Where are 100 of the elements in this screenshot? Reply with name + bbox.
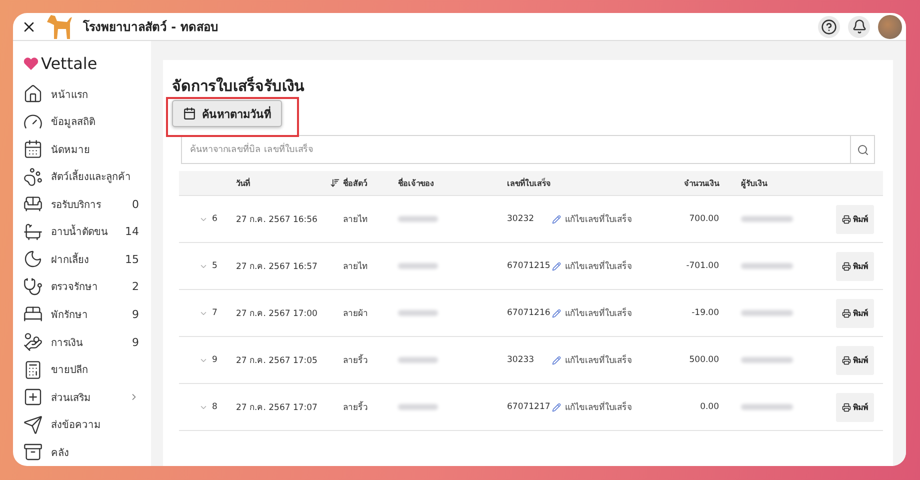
edit-receipt-link[interactable]: แก้ไขเลขที่ใบเสร็จ — [552, 400, 669, 414]
moon-icon — [23, 249, 43, 270]
amount-cell-text: 700.00 — [688, 214, 719, 224]
date-cell-text: 27 ก.ค. 2567 16:57 — [236, 261, 318, 273]
sort-icon[interactable] — [330, 178, 340, 188]
row-number: 6 — [212, 214, 218, 224]
edit-receipt-link[interactable]: แก้ไขเลขที่ใบเสร็จ — [552, 353, 669, 367]
user-avatar[interactable] — [878, 14, 902, 38]
receipt-number-cell-text: 67071215 — [507, 261, 552, 271]
pencil-icon — [552, 262, 561, 270]
search-icon — [856, 144, 868, 156]
date-cell-text: 27 ก.ค. 2567 17:05 — [236, 355, 318, 367]
window-title: โรงพยาบาลสัตว์ - ทดสอบ — [83, 18, 220, 36]
pencil-icon — [552, 402, 561, 412]
column-header[interactable]: ผู้รับเงิน — [741, 176, 836, 190]
column-header[interactable]: วันที่ — [236, 176, 330, 190]
sidebar-item[interactable]: คลัง — [23, 438, 139, 466]
stethoscope-icon — [23, 276, 43, 297]
blurred-owner-name — [398, 216, 438, 222]
sidebar-item[interactable]: นัดหมาย — [23, 135, 139, 163]
search-button[interactable] — [850, 135, 875, 164]
sidebar-item[interactable]: สัตว์เลี้ยงและลูกค้า — [23, 162, 139, 191]
page-title: จัดการใบเสร็จรับเงิน — [172, 76, 306, 96]
sidebar-item[interactable]: ตรวจรักษา 2 — [23, 273, 139, 301]
item-count: 0 — [132, 198, 139, 211]
brand-name: Vettale — [41, 54, 98, 74]
column-header[interactable]: ชื่อสัตว์ — [343, 176, 398, 190]
receipt-number-cell-text: 30232 — [507, 214, 536, 224]
item-count: 9 — [132, 308, 139, 321]
printer-icon — [842, 262, 851, 270]
sidebar-item[interactable]: หน้าแรก — [23, 80, 139, 108]
blurred-payer-name — [741, 404, 793, 410]
help-button[interactable] — [818, 16, 840, 38]
item-count: 15 — [125, 252, 139, 266]
row-number: 7 — [212, 308, 218, 318]
bathtub-icon — [23, 222, 43, 242]
sidebar-item[interactable]: พักรักษา 9 — [23, 300, 139, 328]
paw-icon — [23, 166, 43, 187]
search-field[interactable]: ค้นหาจากเลขที่บิล เลขที่ใบเสร็จ — [181, 135, 850, 164]
amount-cell-text: -19.00 — [690, 308, 719, 318]
bell-icon — [852, 19, 866, 34]
blurred-owner-name — [398, 404, 438, 410]
pet-name-cell-text: ลายไท — [343, 260, 369, 273]
pencil-icon — [552, 308, 561, 318]
column-header[interactable]: เลขที่ใบเสร็จ — [507, 176, 552, 190]
amount-cell-text: 500.00 — [688, 355, 719, 365]
pet-name-cell-text: ลายไท — [343, 213, 369, 226]
printer-icon — [842, 214, 851, 224]
date-search-button[interactable]: ค้นหาตามวันที่ — [172, 100, 282, 127]
plus-square-icon — [23, 387, 43, 408]
sidebar-item[interactable]: ส่วนเสริม — [23, 383, 139, 411]
pet-name-cell-text: ลายผ้า — [343, 308, 369, 320]
edit-receipt-link[interactable]: แก้ไขเลขที่ใบเสร็จ — [552, 259, 669, 273]
blurred-payer-name — [741, 216, 793, 222]
sidebar-item[interactable]: รอรับบริการ 0 — [23, 190, 139, 218]
item-count: 9 — [132, 336, 139, 349]
row-number: 8 — [212, 402, 218, 412]
print-button[interactable]: พิมพ์ — [836, 392, 874, 422]
blurred-payer-name — [741, 310, 793, 316]
pet-name-cell-text: ลายริ้ว — [343, 400, 369, 414]
sidebar-item[interactable]: ฝากเลี้ยง 15 — [23, 246, 139, 274]
sidebar-item[interactable]: ขายปลีก — [23, 356, 139, 384]
dog-logo-icon — [45, 13, 75, 40]
pencil-icon — [552, 356, 561, 364]
paper-plane-icon — [23, 414, 43, 435]
home-icon — [23, 84, 43, 104]
cash-register-icon — [23, 360, 43, 380]
column-header[interactable]: จำนวนเงิน — [669, 176, 719, 190]
sidebar-item[interactable]: การเงิน 9 — [23, 328, 139, 356]
edit-receipt-link[interactable]: แก้ไขเลขที่ใบเสร็จ — [552, 306, 669, 320]
sidebar-item[interactable]: อาบน้ำตัดขน 14 — [23, 218, 139, 246]
pet-name-cell-text: ลายริ้ว — [343, 353, 369, 367]
item-count: 2 — [132, 280, 139, 294]
column-header[interactable]: ชื่อเจ้าของ — [398, 176, 507, 190]
sidebar-item[interactable]: ส่งข้อความ — [23, 410, 139, 438]
calendar-icon — [23, 139, 43, 160]
row-number: 9 — [212, 355, 218, 365]
blurred-payer-name — [741, 263, 793, 269]
date-cell-text: 27 ก.ค. 2567 16:56 — [236, 214, 318, 226]
edit-receipt-link[interactable]: แก้ไขเลขที่ใบเสร็จ — [552, 212, 669, 226]
notification-button[interactable] — [848, 16, 870, 38]
help-icon — [821, 18, 837, 34]
pencil-icon — [552, 214, 561, 224]
blurred-owner-name — [398, 263, 438, 269]
blurred-owner-name — [398, 357, 438, 363]
blurred-owner-name — [398, 310, 438, 316]
hand-coin-icon — [23, 332, 43, 352]
calendar-icon — [183, 107, 196, 120]
receipt-number-cell-text: 67071216 — [507, 308, 552, 318]
sidebar-item[interactable]: ข้อมูลสถิติ — [23, 108, 139, 136]
date-cell-text: 27 ก.ค. 2567 17:00 — [236, 308, 318, 320]
amount-cell-text: 0.00 — [699, 402, 719, 412]
print-button[interactable]: พิมพ์ — [836, 346, 874, 374]
print-button[interactable]: พิมพ์ — [836, 204, 874, 234]
printer-icon — [842, 356, 851, 364]
date-cell-text: 27 ก.ค. 2567 17:07 — [236, 402, 318, 414]
item-count: 14 — [125, 225, 139, 238]
receipt-number-cell-text: 30233 — [507, 355, 536, 365]
print-button[interactable]: พิมพ์ — [836, 252, 874, 280]
print-button[interactable]: พิมพ์ — [836, 298, 874, 328]
